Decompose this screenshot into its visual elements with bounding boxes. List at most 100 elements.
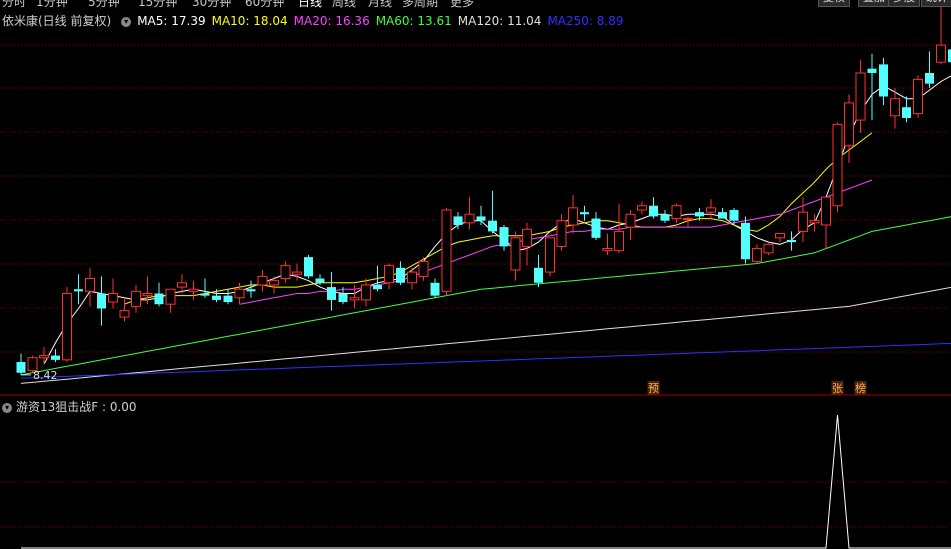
tab-2[interactable]: 5分钟 bbox=[88, 0, 120, 10]
candle bbox=[39, 347, 49, 365]
toolbar-button-1[interactable]: 叠加 bbox=[858, 0, 890, 7]
tab-10[interactable]: 更多 bbox=[450, 0, 474, 10]
candle bbox=[545, 237, 555, 277]
ma-line-MA20 bbox=[239, 179, 873, 305]
candle bbox=[913, 75, 923, 118]
candle bbox=[188, 280, 199, 300]
candle bbox=[763, 242, 774, 255]
ma-legend-item: MA5: 17.39 bbox=[137, 14, 206, 28]
candle bbox=[718, 207, 727, 219]
candle bbox=[637, 201, 647, 215]
candle bbox=[200, 278, 210, 298]
candle bbox=[488, 190, 497, 234]
candle bbox=[373, 265, 382, 292]
candle bbox=[154, 282, 164, 307]
candle bbox=[534, 254, 543, 288]
low-price-label: 8.42 bbox=[33, 369, 58, 382]
tab-1[interactable]: 1分钟 bbox=[36, 0, 68, 10]
candle bbox=[257, 269, 268, 292]
candle bbox=[246, 280, 256, 298]
candle bbox=[119, 297, 130, 322]
candle bbox=[430, 278, 440, 298]
settings-circle-icon[interactable]: ▾ bbox=[121, 16, 132, 27]
ma-legend-item: MA60: 13.61 bbox=[375, 14, 452, 28]
event-tag-label: 张 bbox=[832, 382, 843, 395]
event-tag-label: 榜 bbox=[855, 381, 866, 395]
ma-legend-item: MA120: 11.04 bbox=[457, 14, 542, 28]
candle bbox=[741, 216, 750, 264]
candle bbox=[269, 276, 279, 294]
candle bbox=[108, 278, 118, 309]
candle bbox=[752, 244, 762, 264]
candle bbox=[706, 199, 716, 219]
period-toolbar: 分时 1分钟 5分钟 15分钟 30分钟 60分钟 日线周线 月线多周期 更多 复权 叠加多股统计 bbox=[0, 0, 951, 10]
ma-legend: MA5: 17.39 MA10: 18.04 MA20: 16.36 MA60: 13… bbox=[137, 14, 629, 28]
candle bbox=[925, 51, 934, 88]
candle bbox=[396, 261, 405, 285]
tab-3[interactable]: 15分钟 bbox=[138, 0, 177, 10]
candle bbox=[879, 57, 888, 106]
event-tag: 榜 bbox=[854, 381, 867, 395]
tab-5[interactable]: 60分钟 bbox=[245, 0, 284, 10]
tab-0[interactable]: 分时 bbox=[2, 0, 26, 10]
price-grid bbox=[0, 44, 951, 528]
candle bbox=[453, 212, 463, 230]
candle bbox=[97, 276, 106, 326]
candle bbox=[568, 195, 578, 234]
candle bbox=[832, 122, 843, 213]
candle bbox=[62, 287, 72, 363]
event-tag-label: 预 bbox=[648, 382, 659, 395]
candle bbox=[384, 263, 394, 290]
candle bbox=[327, 272, 336, 311]
indicator-title: 游资13狙击战F : 0.00 bbox=[16, 400, 137, 414]
candle bbox=[936, 0, 946, 65]
candle bbox=[165, 288, 176, 313]
candle bbox=[85, 267, 95, 307]
tab-8[interactable]: 月线 bbox=[368, 0, 392, 10]
candle bbox=[510, 231, 521, 281]
candles: 8.42 预 张榜 bbox=[16, 0, 951, 395]
candle bbox=[591, 212, 601, 240]
chart-canvas: 8.42 预 张榜 bbox=[0, 0, 951, 549]
candle bbox=[499, 224, 509, 251]
candle bbox=[522, 222, 532, 266]
tab-4[interactable]: 30分钟 bbox=[192, 0, 231, 10]
stock-title: 依米康(日线 前复权) bbox=[2, 14, 112, 28]
candle bbox=[821, 196, 831, 249]
candle bbox=[660, 210, 670, 223]
candle bbox=[464, 197, 475, 230]
ma-legend-item: MA20: 16.36 bbox=[293, 14, 370, 28]
candle bbox=[51, 349, 60, 363]
event-tag: 张 bbox=[831, 381, 844, 395]
ma-lines bbox=[20, 75, 951, 384]
candle bbox=[787, 231, 796, 251]
candle bbox=[476, 205, 486, 225]
candle bbox=[223, 289, 233, 305]
candle bbox=[407, 267, 417, 290]
tab-9[interactable]: 多周期 bbox=[402, 0, 438, 10]
indicator-settings-icon[interactable]: ▾ bbox=[2, 402, 12, 413]
candle bbox=[798, 197, 808, 243]
candle bbox=[74, 274, 83, 305]
candle bbox=[16, 353, 26, 375]
candle bbox=[361, 278, 371, 307]
candle bbox=[131, 284, 141, 313]
candle bbox=[867, 53, 877, 121]
tab-6[interactable]: 日线 bbox=[298, 0, 322, 10]
candle bbox=[902, 96, 911, 123]
ma-legend-item: MA250: 8.89 bbox=[547, 14, 624, 28]
candle bbox=[580, 205, 589, 221]
toolbar-button-0[interactable]: 复权 bbox=[818, 0, 850, 7]
candle bbox=[671, 203, 682, 223]
toolbar-button-2[interactable]: 多股 bbox=[888, 0, 920, 7]
tab-7[interactable]: 周线 bbox=[332, 0, 356, 10]
ma-legend-item: MA10: 18.04 bbox=[211, 14, 288, 28]
candle bbox=[625, 210, 636, 240]
candle bbox=[280, 261, 291, 283]
candle bbox=[649, 197, 658, 219]
candle bbox=[855, 60, 866, 133]
toolbar-button-3[interactable]: 统计 bbox=[921, 0, 951, 7]
event-tag: 预 bbox=[647, 381, 660, 395]
indicator-header: ▾ 游资13狙击战F : 0.00 bbox=[2, 398, 137, 415]
candle bbox=[304, 254, 313, 279]
